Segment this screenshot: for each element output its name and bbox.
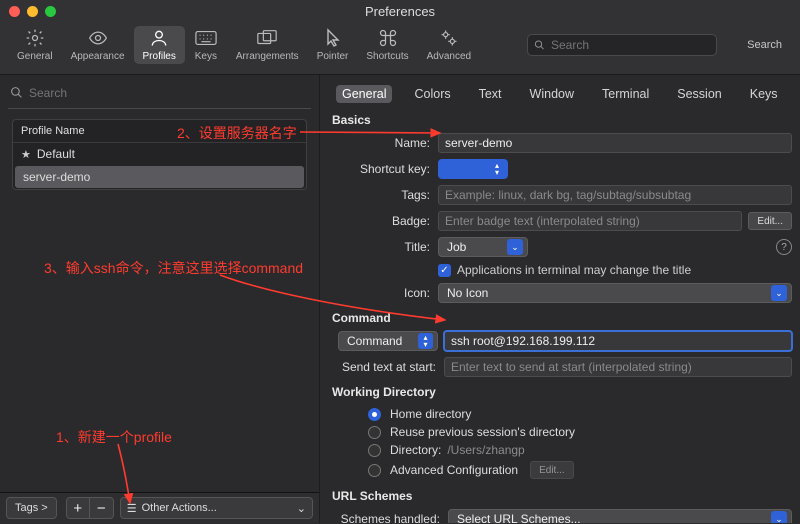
toolbar: General Appearance Profiles Keys Arrange… — [0, 22, 800, 75]
profiles-bottom-bar: Tags > + − ☰ Other Actions... ⌄ — [0, 492, 319, 523]
tab-general[interactable]: General — [336, 85, 392, 103]
command-icon — [376, 28, 400, 48]
profiles-sidebar: Profile Name ★ Default server-demo Tags … — [0, 75, 320, 523]
chevron-down-icon: ⌄ — [297, 502, 306, 515]
toolbar-general[interactable]: General — [8, 26, 62, 64]
badge-input[interactable] — [438, 211, 742, 231]
section-wd: Working Directory — [328, 383, 792, 405]
search-icon — [10, 86, 23, 99]
toolbar-search-label: Search — [747, 39, 782, 51]
chevron-down-icon: ⌄ — [771, 511, 787, 523]
profile-search[interactable] — [8, 81, 311, 109]
icon-select[interactable]: No Icon ⌄ — [438, 283, 792, 303]
badge-edit-button[interactable]: Edit... — [748, 212, 792, 230]
shortcut-select[interactable]: ▴▾ — [438, 159, 508, 179]
section-url: URL Schemes — [328, 487, 792, 509]
remove-profile-button[interactable]: − — [90, 497, 114, 519]
tags-input[interactable] — [438, 185, 792, 205]
command-type-select[interactable]: Command ▴▾ — [338, 331, 438, 351]
search-icon — [534, 39, 545, 51]
profile-detail-panel: General Colors Text Window Terminal Sess… — [320, 75, 800, 523]
keyboard-icon — [194, 28, 218, 48]
help-button[interactable]: ? — [776, 239, 792, 255]
name-input[interactable] — [438, 133, 792, 153]
tab-session[interactable]: Session — [671, 85, 727, 103]
stepper-arrows-icon: ▴▾ — [490, 161, 504, 177]
tab-terminal[interactable]: Terminal — [596, 85, 655, 103]
wd-home-row[interactable]: Home directory — [328, 405, 792, 423]
tab-colors[interactable]: Colors — [408, 85, 456, 103]
person-icon — [147, 28, 171, 48]
send-text-input[interactable] — [444, 357, 792, 377]
chevron-down-icon: ⌄ — [507, 239, 523, 255]
title-select[interactable]: Job ⌄ — [438, 237, 528, 257]
wd-reuse-row[interactable]: Reuse previous session's directory — [328, 423, 792, 441]
label-shortcut: Shortcut key: — [328, 162, 438, 176]
label-title: Title: — [328, 240, 438, 254]
label-send-text: Send text at start: — [328, 360, 444, 374]
radio-reuse[interactable] — [368, 426, 381, 439]
profile-row-default[interactable]: ★ Default — [13, 143, 306, 165]
toolbar-pointer[interactable]: Pointer — [308, 26, 358, 64]
other-actions-menu[interactable]: ☰ Other Actions... ⌄ — [120, 497, 313, 519]
profiles-header: Profile Name — [13, 120, 306, 143]
label-schemes: Schemes handled: — [328, 512, 448, 523]
toolbar-keys[interactable]: Keys — [185, 26, 227, 64]
wd-directory-row[interactable]: Directory:/Users/zhangp — [328, 441, 792, 459]
toolbar-advanced[interactable]: Advanced — [418, 26, 480, 64]
section-basics: Basics — [328, 111, 792, 133]
stepper-arrows-icon: ▴▾ — [418, 333, 433, 349]
title-change-checkbox[interactable] — [438, 264, 451, 277]
toolbar-appearance[interactable]: Appearance — [62, 26, 134, 64]
radio-directory[interactable] — [368, 444, 381, 457]
wd-path: /Users/zhangp — [447, 443, 524, 457]
label-icon: Icon: — [328, 286, 438, 300]
profile-row-server-demo[interactable]: server-demo — [15, 166, 304, 188]
tab-text[interactable]: Text — [473, 85, 508, 103]
wd-edit-button[interactable]: Edit... — [530, 461, 574, 479]
add-profile-button[interactable]: + — [66, 497, 90, 519]
window-title: Preferences — [0, 4, 800, 19]
gears-icon — [437, 28, 461, 48]
toolbar-profiles[interactable]: Profiles — [134, 26, 185, 64]
wd-advanced-row[interactable]: Advanced ConfigurationEdit... — [328, 459, 792, 481]
eye-icon — [86, 28, 110, 48]
star-icon: ★ — [21, 148, 31, 161]
profile-search-input[interactable] — [29, 86, 309, 100]
titlebar: Preferences — [0, 0, 800, 22]
tab-keys[interactable]: Keys — [744, 85, 784, 103]
windows-icon — [255, 28, 279, 48]
command-input[interactable] — [444, 331, 792, 351]
label-name: Name: — [328, 136, 438, 150]
chevron-down-icon: ⌄ — [771, 285, 787, 301]
toolbar-shortcuts[interactable]: Shortcuts — [357, 26, 417, 64]
cursor-icon — [321, 28, 345, 48]
label-badge: Badge: — [328, 214, 438, 228]
schemes-select[interactable]: Select URL Schemes... ⌄ — [448, 509, 792, 523]
radio-home[interactable] — [368, 408, 381, 421]
gear-icon — [23, 28, 47, 48]
title-change-label: Applications in terminal may change the … — [457, 263, 691, 277]
toolbar-arrangements[interactable]: Arrangements — [227, 26, 308, 64]
radio-advanced[interactable] — [368, 464, 381, 477]
menu-icon: ☰ — [127, 502, 137, 515]
toolbar-search-input[interactable] — [551, 38, 710, 52]
tab-window[interactable]: Window — [524, 85, 580, 103]
tags-button[interactable]: Tags > — [6, 497, 57, 519]
label-tags: Tags: — [328, 188, 438, 202]
section-command: Command — [328, 309, 792, 331]
detail-tabs: General Colors Text Window Terminal Sess… — [328, 81, 792, 111]
toolbar-search[interactable] — [527, 34, 717, 56]
profiles-list: Profile Name ★ Default server-demo — [12, 119, 307, 190]
